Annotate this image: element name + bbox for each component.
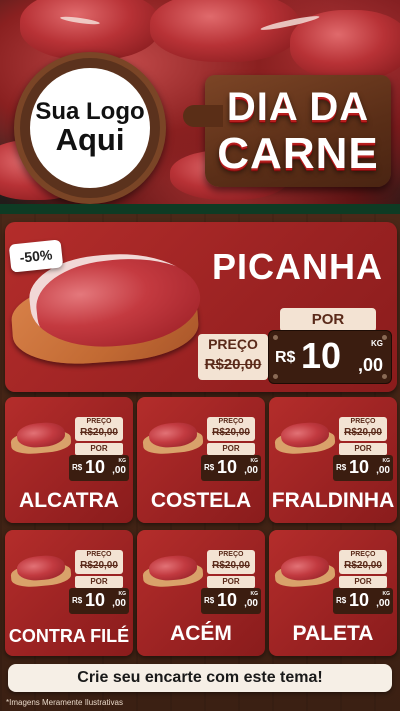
old-price-box: PREÇO R$20,00 [198, 334, 268, 380]
old-price: R$20,00 [204, 356, 262, 373]
preco-label: PREÇO [218, 551, 244, 558]
por-label: POR [207, 576, 255, 588]
product-card[interactable]: PREÇO R$20,00 POR R$ 10 KG ,00 CONTRA FILÉ [5, 530, 133, 656]
old-price: R$20,00 [212, 560, 250, 571]
product-name: ACÉM [170, 622, 232, 645]
price-decimal: ,00 [244, 465, 258, 476]
meat-image [20, 0, 160, 60]
discount-badge: -50% [8, 239, 64, 273]
product-name: FRALDINHA [271, 489, 395, 512]
price-unit: KG [118, 591, 127, 597]
preco-label: PREÇO [86, 551, 112, 558]
price-currency: R$ [336, 596, 347, 605]
price-decimal: ,00 [357, 355, 383, 375]
new-price-box: R$ 10 KG ,00 [333, 455, 393, 481]
price-unit: KG [382, 458, 391, 464]
old-price-box: PREÇO R$20,00 [339, 417, 387, 441]
product-name: COSTELA [150, 489, 252, 512]
price-decimal: ,00 [244, 598, 258, 609]
product-name: PALETA [292, 622, 374, 645]
por-label: POR [75, 576, 123, 588]
preco-label: PREÇO [86, 418, 112, 425]
title-line1: DIA DA [226, 85, 370, 129]
featured-product-name: PICANHA [211, 246, 383, 287]
price-currency: R$ [336, 463, 347, 472]
price-currency: R$ [204, 463, 215, 472]
new-price-box: R$ 10 KG ,00 [69, 455, 129, 481]
title-line2: CARNE [217, 129, 379, 178]
price-unit: KG [382, 591, 391, 597]
price-currency: R$ [72, 463, 83, 472]
por-label: POR [207, 443, 255, 455]
old-price-box: PREÇO R$20,00 [75, 550, 123, 574]
disclaimer-text: *Imagens Meramente Ilustrativas [6, 698, 123, 707]
logo-placeholder[interactable]: Sua Logo Aqui [14, 52, 166, 204]
rivet-icon [273, 335, 278, 340]
title-sign: DIA DA CARNE [183, 75, 391, 187]
product-card[interactable]: PREÇO R$20,00 POR R$ 10 KG ,00 PALETA [269, 530, 397, 656]
price-decimal: ,00 [376, 598, 390, 609]
price-decimal: ,00 [112, 465, 126, 476]
logo-inner: Sua Logo Aqui [30, 68, 150, 188]
price-decimal: ,00 [376, 465, 390, 476]
price-currency: R$ [275, 349, 296, 366]
price-unit: KG [250, 458, 259, 464]
price-integer: 10 [85, 457, 106, 477]
price-unit: KG [118, 458, 127, 464]
preco-label: PREÇO [350, 551, 376, 558]
old-price-box: PREÇO R$20,00 [75, 417, 123, 441]
new-price-box: R$ 10 KG ,00 [201, 455, 261, 481]
old-price-box: PREÇO R$20,00 [339, 550, 387, 574]
meat-image [150, 0, 300, 62]
price-integer: 10 [217, 457, 238, 477]
price-currency: R$ [72, 596, 83, 605]
por-label: POR [339, 443, 387, 455]
old-price-box: PREÇO R$20,00 [207, 550, 255, 574]
product-name: ALCATRA [19, 489, 119, 512]
product-card[interactable]: PREÇO R$20,00 POR R$ 10 KG ,00 ALCATRA [5, 397, 133, 523]
price-integer: 10 [349, 457, 370, 477]
new-price-box: R$ 10 KG ,00 [69, 588, 129, 614]
price-currency: R$ [204, 596, 215, 605]
preco-label: PREÇO [350, 418, 376, 425]
old-price: R$20,00 [344, 560, 382, 571]
logo-text-line1: Sua Logo [35, 98, 145, 126]
por-label: POR [280, 308, 376, 332]
por-label: POR [339, 576, 387, 588]
preco-label: PREÇO [208, 336, 258, 352]
product-card[interactable]: PREÇO R$20,00 POR R$ 10 KG ,00 COSTELA [137, 397, 265, 523]
new-price-box: R$ 10 KG ,00 [268, 330, 392, 384]
product-card[interactable]: PREÇO R$20,00 POR R$ 10 KG ,00 ACÉM [137, 530, 265, 656]
price-decimal: ,00 [112, 598, 126, 609]
preco-label: PREÇO [218, 418, 244, 425]
product-name: CONTRA FILÉ [8, 626, 130, 646]
cta-banner[interactable]: Crie seu encarte com este tema! [8, 664, 392, 692]
por-label: POR [75, 443, 123, 455]
price-integer: 10 [301, 335, 342, 376]
price-integer: 10 [85, 590, 106, 610]
old-price-box: PREÇO R$20,00 [207, 417, 255, 441]
old-price: R$20,00 [80, 560, 118, 571]
price-unit: KG [371, 339, 383, 348]
logo-text-line2: Aqui [55, 122, 125, 158]
product-card[interactable]: PREÇO R$20,00 POR R$ 10 KG ,00 FRALDINHA [269, 397, 397, 523]
price-integer: 10 [217, 590, 238, 610]
old-price: R$20,00 [344, 427, 382, 438]
new-price-box: R$ 10 KG ,00 [333, 588, 393, 614]
rivet-icon [273, 374, 278, 379]
price-integer: 10 [349, 590, 370, 610]
divider-stripe [0, 204, 400, 214]
old-price: R$20,00 [80, 427, 118, 438]
price-unit: KG [250, 591, 259, 597]
old-price: R$20,00 [212, 427, 250, 438]
new-price-box: R$ 10 KG ,00 [201, 588, 261, 614]
